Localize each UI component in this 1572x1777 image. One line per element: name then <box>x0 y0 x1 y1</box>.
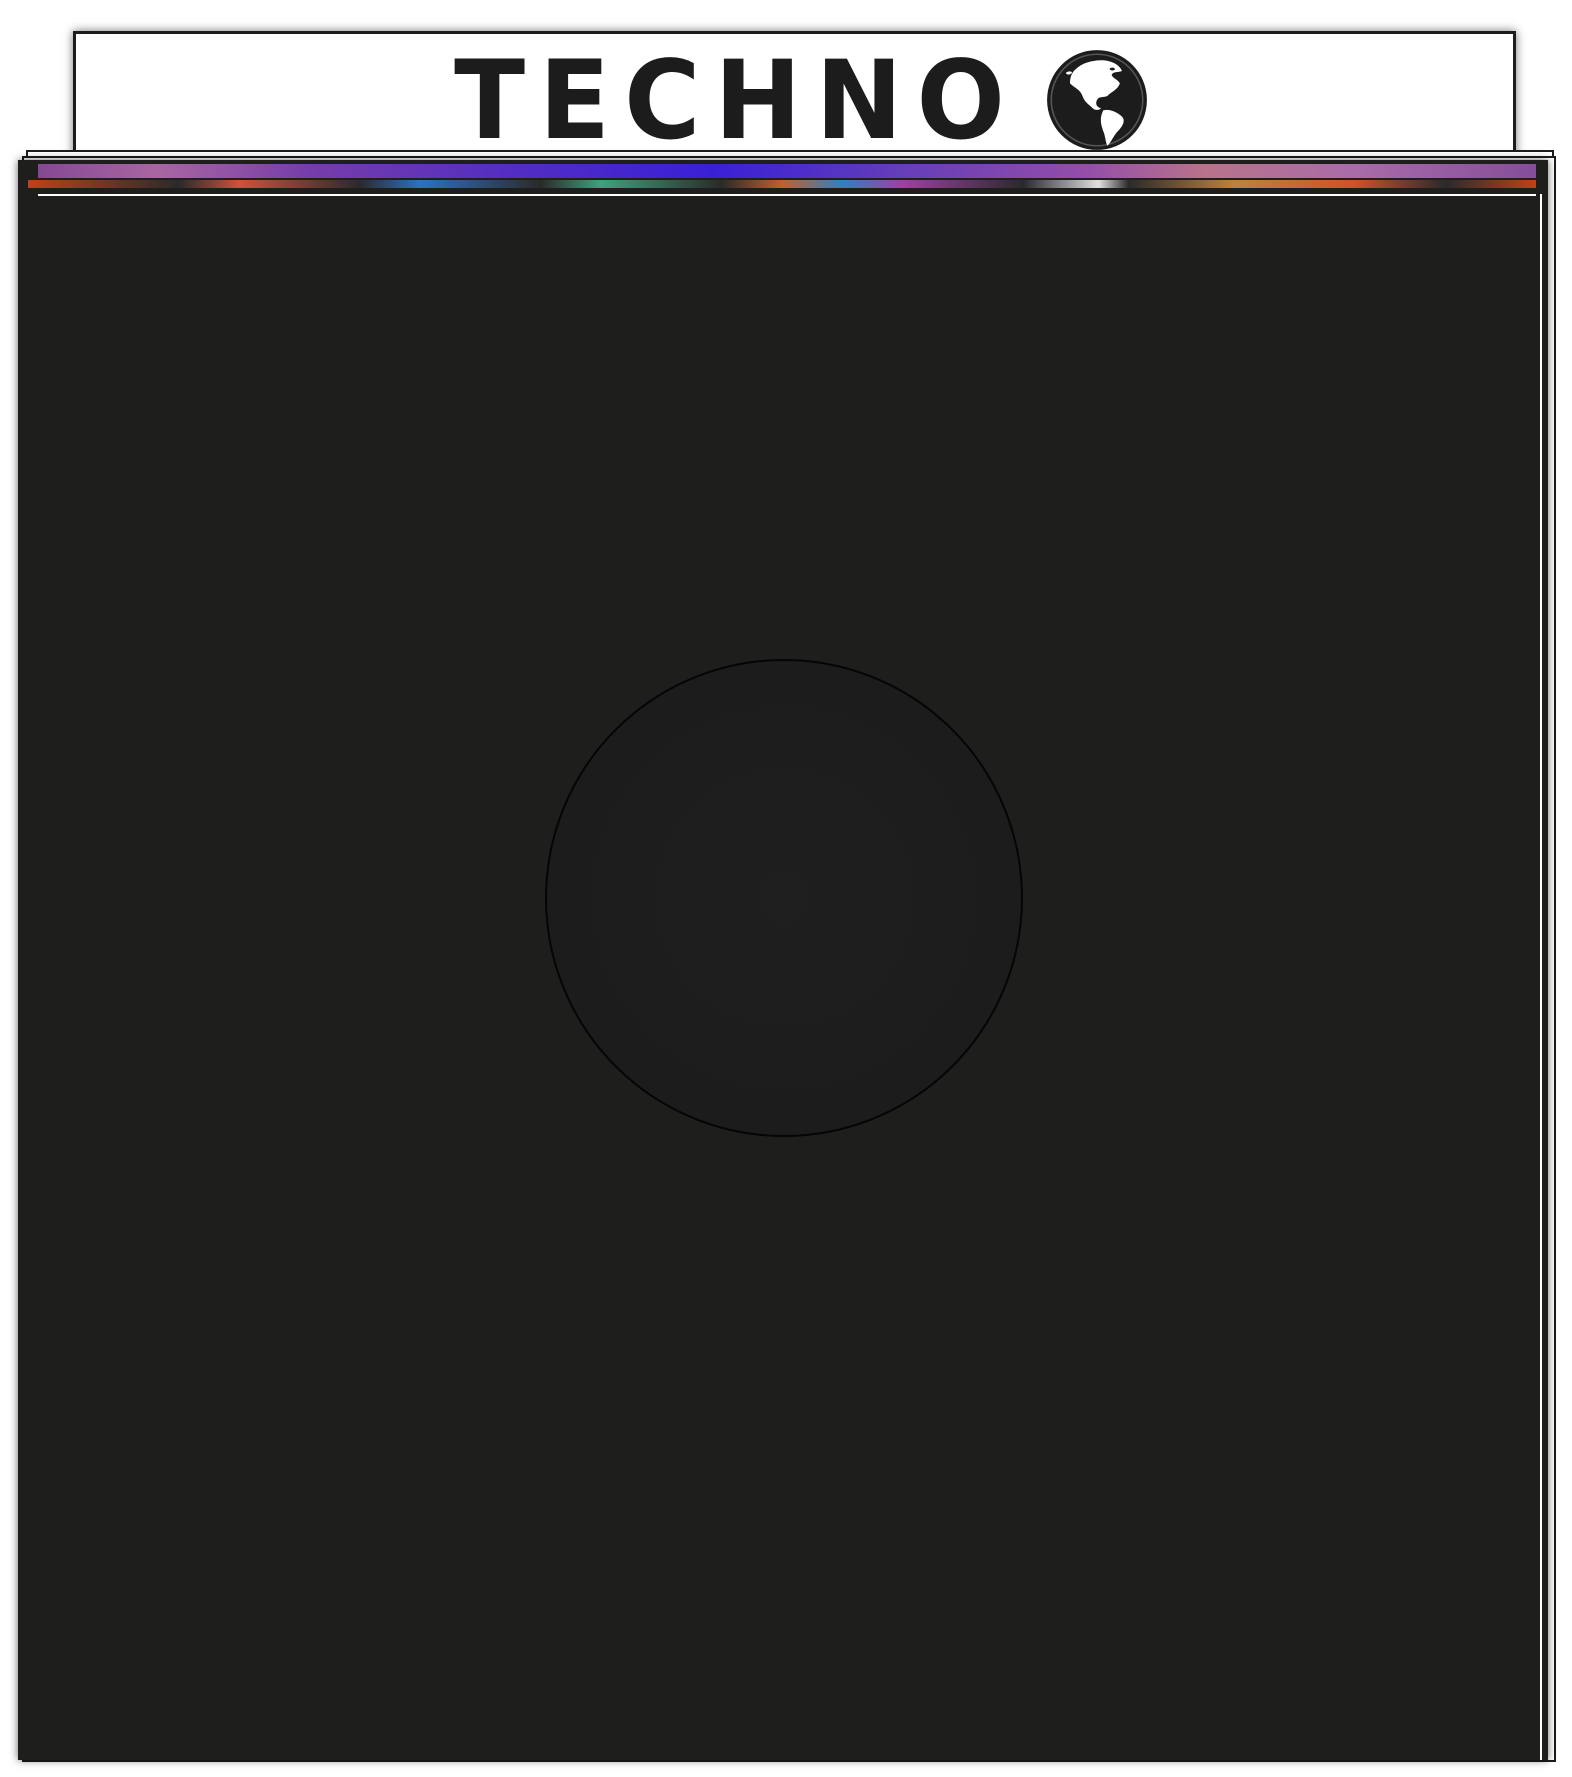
sleeve-edge-line <box>38 194 1536 196</box>
divider-header: TECHNO <box>76 35 1513 165</box>
sleeve-edge-line <box>1540 194 1542 1760</box>
record-spines-stripe <box>28 180 1536 188</box>
record-sleeve[interactable] <box>18 160 1548 1760</box>
sleeve-center-hole <box>545 659 1023 1137</box>
globe-icon <box>1046 50 1147 150</box>
record-spine-strip <box>38 164 1536 178</box>
genre-title: TECHNO <box>454 35 1019 165</box>
